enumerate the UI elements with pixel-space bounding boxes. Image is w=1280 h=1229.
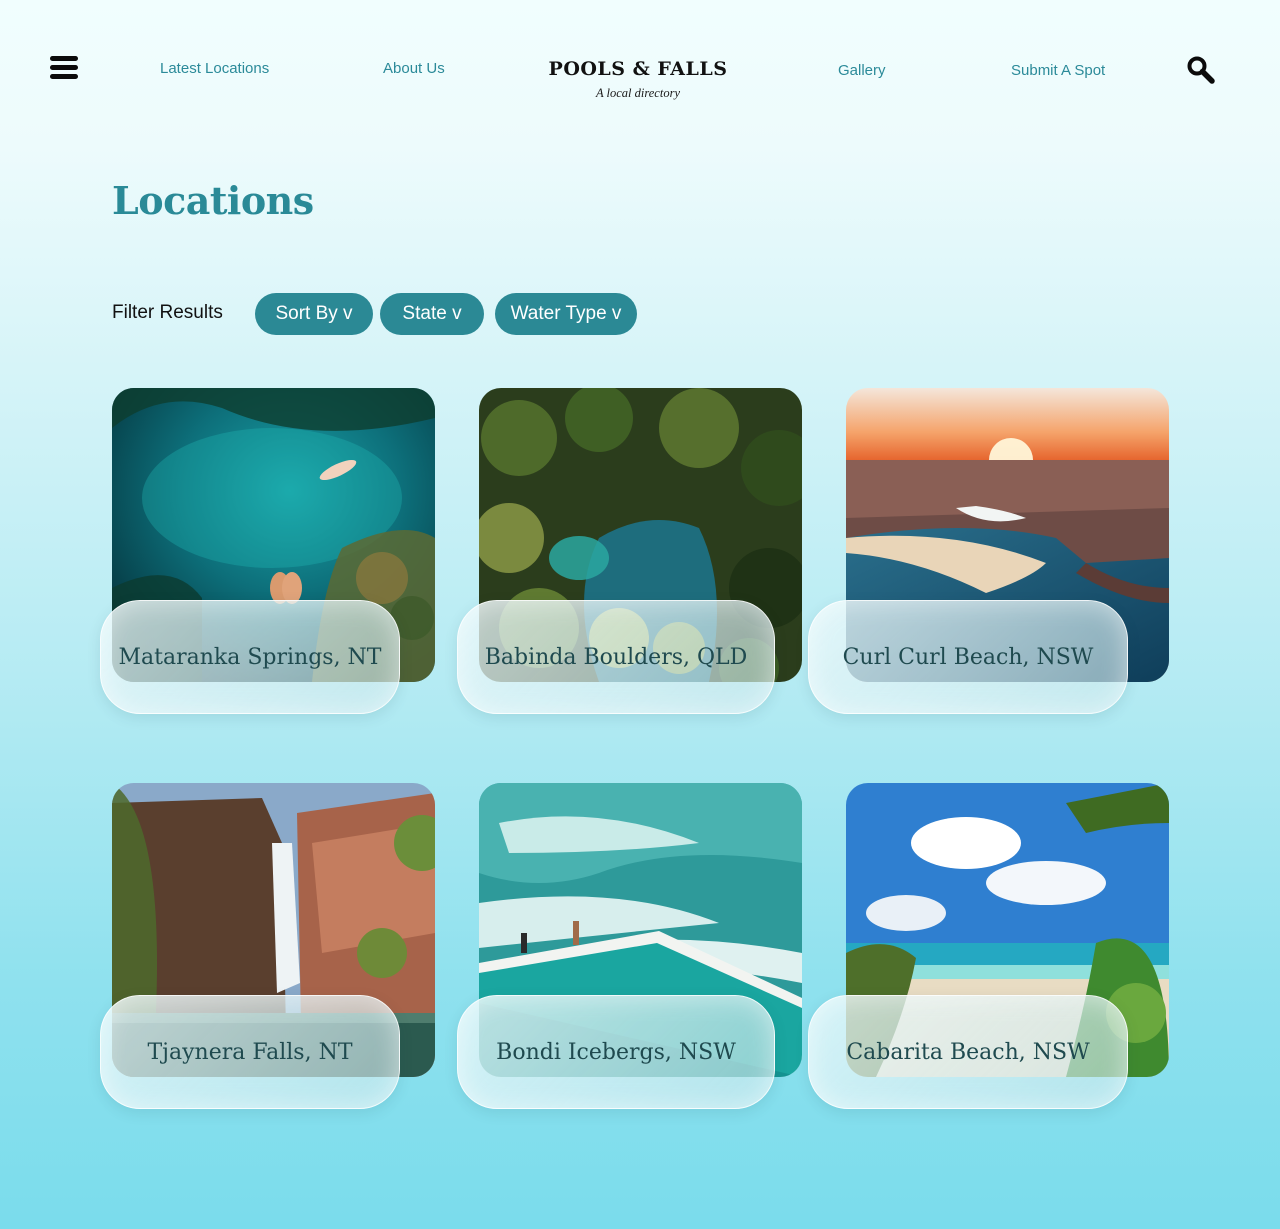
logo-tagline: A local directory <box>595 86 680 100</box>
water-type-dropdown[interactable]: Water Type v <box>495 293 637 335</box>
location-name: Cabarita Beach, NSW <box>846 1039 1090 1065</box>
hamburger-menu-icon[interactable] <box>50 56 78 80</box>
location-card-babinda-boulders[interactable]: Babinda Boulders, QLD <box>457 388 802 718</box>
location-name: Babinda Boulders, QLD <box>484 644 748 670</box>
location-name-pill: Bondi Icebergs, NSW <box>457 995 775 1109</box>
location-name: Bondi Icebergs, NSW <box>496 1039 736 1065</box>
state-dropdown[interactable]: State v <box>380 293 484 335</box>
location-card-cabarita-beach[interactable]: Cabarita Beach, NSW <box>808 783 1169 1113</box>
site-logo[interactable]: POOLS & FALLS A local directory <box>540 58 736 101</box>
location-name: Curl Curl Beach, NSW <box>842 644 1094 670</box>
location-card-bondi-icebergs[interactable]: Bondi Icebergs, NSW <box>457 783 802 1113</box>
nav-about-us[interactable]: About Us <box>383 60 445 77</box>
location-name-pill: Mataranka Springs, NT <box>100 600 400 714</box>
nav-latest-locations[interactable]: Latest Locations <box>160 60 269 77</box>
location-name-pill: Babinda Boulders, QLD <box>457 600 775 714</box>
location-card-tjaynera-falls[interactable]: Tjaynera Falls, NT <box>100 783 435 1113</box>
nav-gallery[interactable]: Gallery <box>838 62 886 79</box>
location-name-pill: Tjaynera Falls, NT <box>100 995 400 1109</box>
location-name: Mataranka Springs, NT <box>118 644 382 670</box>
nav-submit-a-spot[interactable]: Submit A Spot <box>1011 62 1105 79</box>
logo-title: POOLS & FALLS <box>548 58 728 80</box>
sort-by-dropdown[interactable]: Sort By v <box>255 293 373 335</box>
location-name-pill: Curl Curl Beach, NSW <box>808 600 1128 714</box>
location-name: Tjaynera Falls, NT <box>147 1039 353 1065</box>
location-card-curl-curl-beach[interactable]: Curl Curl Beach, NSW <box>808 388 1169 718</box>
search-icon[interactable] <box>1186 55 1216 85</box>
location-card-mataranka-springs[interactable]: Mataranka Springs, NT <box>100 388 435 718</box>
filter-results-label: Filter Results <box>112 302 223 323</box>
location-name-pill: Cabarita Beach, NSW <box>808 995 1128 1109</box>
page-title: Locations <box>112 178 314 223</box>
